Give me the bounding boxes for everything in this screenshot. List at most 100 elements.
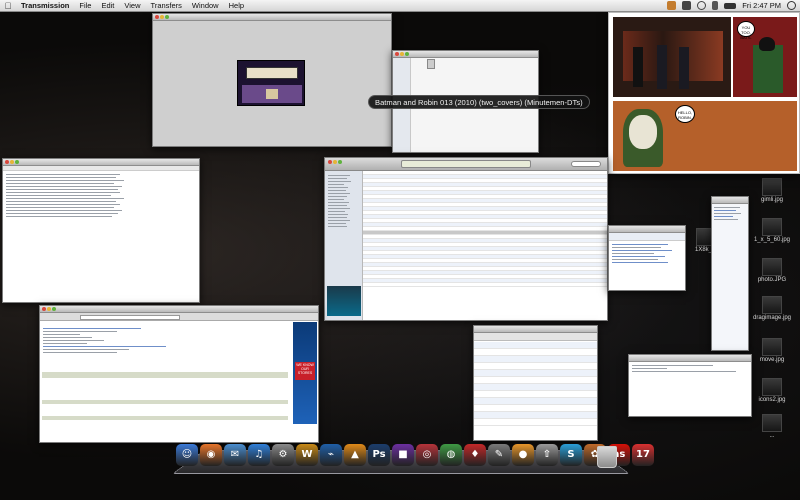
ical-icon[interactable]: 17 (632, 444, 654, 466)
url-field[interactable] (80, 315, 180, 320)
window-titlebar[interactable] (712, 197, 748, 204)
apple-menu-icon[interactable]:  (0, 1, 16, 11)
firefox-icon[interactable]: ◉ (200, 444, 222, 466)
window-titlebar[interactable] (474, 326, 597, 333)
winamp-icon[interactable]: W (296, 444, 318, 466)
vlc-icon[interactable]: ▲ (344, 444, 366, 466)
zoom-icon[interactable] (15, 160, 19, 164)
speech-bubble: YOU TOO, BATS. (737, 21, 755, 40)
image-file-icon (762, 414, 782, 432)
finder-icon[interactable]: ☺ (176, 444, 198, 466)
app-script-icon[interactable]: ✎ (488, 444, 510, 466)
itunes-window[interactable] (324, 157, 608, 321)
search-input[interactable] (571, 161, 601, 167)
web-ad-banner[interactable]: WE KNOW OUR STORES (293, 322, 317, 424)
minimize-icon[interactable] (10, 160, 14, 164)
menu-file[interactable]: File (74, 1, 96, 10)
skype-icon[interactable]: S (560, 444, 582, 466)
dock-glyph: ● (518, 449, 528, 460)
transmission-icon[interactable]: ◎ (416, 444, 438, 466)
minimize-icon[interactable] (400, 52, 404, 56)
trash-icon[interactable] (597, 446, 617, 468)
file-icon[interactable] (427, 59, 435, 69)
desktop-file[interactable]: 1_x_5_60.jpg (752, 218, 792, 243)
chat-toolbar (609, 233, 685, 241)
app-orange-icon[interactable]: ● (512, 444, 534, 466)
close-icon[interactable] (155, 15, 159, 19)
mail-icon[interactable]: ✉ (224, 444, 246, 466)
dock-glyph: ☺ (181, 449, 193, 460)
window-titlebar[interactable] (393, 51, 538, 58)
battery-icon[interactable] (724, 2, 737, 9)
dock-glyph: ■ (398, 449, 408, 460)
chrome-icon[interactable]: ◍ (440, 444, 462, 466)
desktop-file[interactable]: gimli.jpg (752, 178, 792, 203)
close-icon[interactable] (395, 52, 399, 56)
minimize-icon[interactable] (160, 15, 164, 19)
zoom-icon[interactable] (165, 15, 169, 19)
document-text (632, 365, 748, 374)
close-icon[interactable] (42, 307, 46, 311)
menu-view[interactable]: View (119, 1, 145, 10)
expose-window-title: Batman and Robin 013 (2010) (two_covers)… (368, 95, 590, 109)
system-prefs-icon[interactable]: ⚙ (272, 444, 294, 466)
window-titlebar[interactable] (40, 306, 318, 313)
transfers-toolbar (474, 333, 597, 341)
desktop-file[interactable]: icons2.jpg (752, 378, 792, 403)
photoshop-icon[interactable]: Ps (368, 444, 390, 466)
dock-glyph: 17 (636, 449, 650, 460)
menu-help[interactable]: Help (224, 1, 249, 10)
minimize-icon[interactable] (47, 307, 51, 311)
window-titlebar[interactable] (3, 159, 199, 166)
menu-extras: Fri 2:47 PM (667, 1, 800, 10)
zoom-icon[interactable] (52, 307, 56, 311)
dock-glyph: ⌁ (327, 449, 335, 460)
dock: ☺ ◉ ✉ ♫ ⚙ W ⌁ ▲ Ps ■ ◎ ◍ ♦ ✎ ● ⇧ S ✿ as 17 (176, 444, 654, 470)
image-file-icon (762, 178, 782, 196)
text-log-window[interactable] (2, 158, 200, 303)
menu-transfers[interactable]: Transfers (146, 1, 187, 10)
transfers-window[interactable] (473, 325, 598, 441)
minimize-icon[interactable] (333, 160, 337, 164)
timemachine-icon[interactable] (682, 1, 692, 10)
dock-glyph: W (301, 449, 313, 460)
window-titlebar[interactable] (153, 14, 391, 21)
close-icon[interactable] (328, 160, 332, 164)
zoom-icon[interactable] (405, 52, 409, 56)
menu-bar:  Transmission File Edit View Transfers … (0, 0, 800, 12)
browser-window[interactable]: WE KNOW OUR STORES (39, 305, 319, 443)
image-file-icon (762, 378, 782, 396)
app-red-icon[interactable]: ♦ (464, 444, 486, 466)
zoom-icon[interactable] (338, 160, 342, 164)
preview-window[interactable] (152, 13, 392, 147)
wifi-icon[interactable] (697, 1, 707, 10)
comic-viewer-window[interactable]: YOU TOO, BATS. HELLO, ROBIN. (608, 12, 800, 174)
menu-edit[interactable]: Edit (96, 1, 119, 10)
desktop-file[interactable]: ... (752, 414, 792, 439)
close-icon[interactable] (5, 160, 9, 164)
image-file-icon (762, 218, 782, 236)
desktop-file[interactable]: move.jpg (752, 338, 792, 363)
chat-window[interactable] (608, 225, 686, 291)
app-purple-icon[interactable]: ■ (392, 444, 414, 466)
desktop-file[interactable]: photo.JPG (752, 258, 792, 283)
menu-transmission[interactable]: Transmission (16, 1, 74, 10)
page-content (43, 328, 288, 355)
spotlight-icon[interactable] (787, 1, 796, 10)
desktop-file[interactable]: dragimage.jpg (752, 296, 792, 321)
game-screenshot (237, 60, 305, 106)
app-status-icon[interactable] (667, 1, 677, 10)
document-window[interactable] (628, 354, 752, 417)
window-titlebar[interactable] (629, 355, 751, 362)
window-titlebar[interactable] (609, 226, 685, 233)
image-file-icon (762, 338, 782, 356)
toolbar (3, 166, 199, 171)
app-blue-icon[interactable]: ⌁ (320, 444, 342, 466)
menu-clock[interactable]: Fri 2:47 PM (742, 1, 781, 10)
upload-icon[interactable]: ⇧ (536, 444, 558, 466)
volume-icon[interactable] (712, 1, 719, 10)
dock-glyph: ♦ (470, 449, 480, 460)
itunes-icon[interactable]: ♫ (248, 444, 270, 466)
menu-window[interactable]: Window (187, 1, 224, 10)
buddy-list-window[interactable] (711, 196, 749, 351)
